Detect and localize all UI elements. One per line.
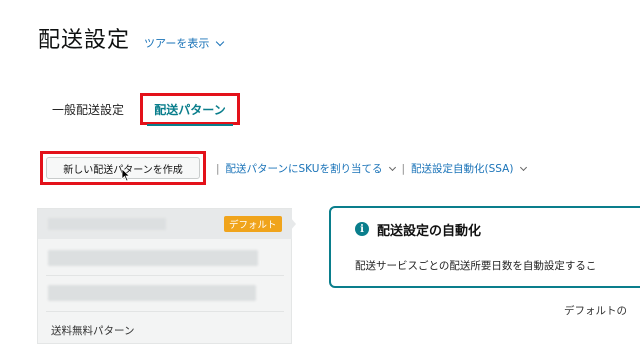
- tab-shipping-patterns-label: 配送パターン: [154, 102, 226, 117]
- pattern-name-redacted: [48, 285, 256, 301]
- info-box-title: 配送設定の自動化: [377, 224, 482, 239]
- separator: |: [401, 162, 406, 175]
- divider: [46, 275, 284, 276]
- pattern-item-free-shipping[interactable]: 送料無料パターン: [51, 323, 134, 338]
- tour-link-label: ツアーを表示: [144, 37, 210, 50]
- chevron-down-icon: [520, 163, 528, 171]
- pattern-name-redacted: [48, 250, 258, 266]
- pattern-item[interactable]: [38, 243, 292, 273]
- default-section-heading: デフォルトの: [564, 305, 627, 317]
- assign-sku-link[interactable]: 配送パターンにSKUを割り当てる: [225, 161, 397, 176]
- page-title: 配送設定: [38, 28, 131, 53]
- info-box-body: 配送サービスごとの配送所要日数を自動設定するこ: [355, 260, 597, 272]
- automation-label: 配送設定自動化(SSA): [411, 163, 514, 175]
- tour-link[interactable]: ツアーを表示: [144, 35, 225, 51]
- pattern-list: デフォルト 送料無料パターン: [37, 208, 292, 344]
- info-icon: i: [355, 222, 369, 236]
- pattern-item-default[interactable]: デフォルト: [38, 209, 292, 239]
- mouse-cursor-icon: [121, 168, 131, 182]
- pattern-item[interactable]: [38, 279, 292, 309]
- tab-shipping-patterns[interactable]: 配送パターン: [140, 93, 240, 125]
- pattern-name-redacted: [48, 218, 166, 230]
- separator: |: [216, 162, 220, 175]
- tab-general-settings[interactable]: 一般配送設定: [52, 101, 124, 118]
- page-header: 配送設定 ツアーを表示: [38, 22, 225, 54]
- divider: [46, 311, 284, 312]
- chevron-down-icon: [389, 163, 397, 171]
- selection-pointer: [284, 210, 296, 238]
- active-tab-indicator: [147, 124, 233, 126]
- assign-sku-label: 配送パターンにSKUを割り当てる: [225, 163, 383, 175]
- action-links: | 配送パターンにSKUを割り当てる | 配送設定自動化(SSA): [210, 161, 528, 176]
- chevron-down-icon: [216, 37, 225, 46]
- default-badge: デフォルト: [224, 216, 282, 232]
- automation-link[interactable]: 配送設定自動化(SSA): [411, 161, 528, 176]
- automation-info-box: i 配送設定の自動化 配送サービスごとの配送所要日数を自動設定するこ: [329, 206, 640, 288]
